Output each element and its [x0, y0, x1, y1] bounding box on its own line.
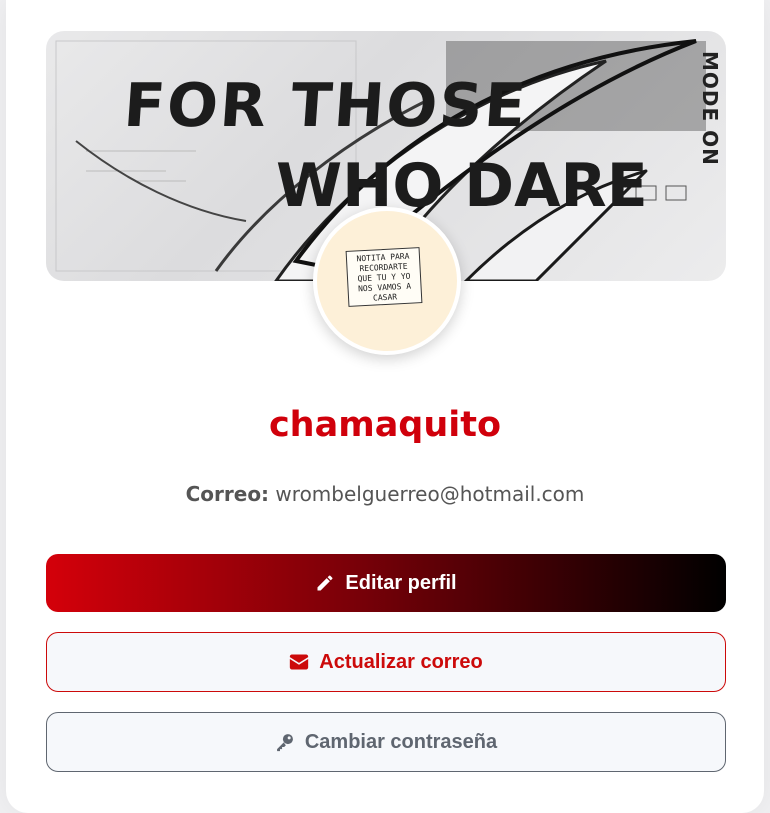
- avatar-note: NOTITA PARA RECORDARTE QUE TU Y YO NOS V…: [345, 247, 423, 307]
- edit-profile-label: Editar perfil: [345, 571, 457, 594]
- profile-username: chamaquito: [268, 405, 502, 445]
- edit-profile-button[interactable]: Editar perfil: [46, 554, 726, 612]
- profile-email: Correo: wrombelguerreo@hotmail.com: [0, 482, 770, 506]
- update-email-label: Actualizar correo: [319, 650, 483, 673]
- email-label: Correo:: [185, 482, 270, 506]
- banner-headline-2: WHO DARE: [276, 151, 648, 221]
- email-value: wrombelguerreo@hotmail.com: [275, 482, 585, 506]
- envelope-icon: [289, 654, 309, 670]
- change-password-button[interactable]: Cambiar contraseña: [46, 712, 726, 772]
- change-password-label: Cambiar contraseña: [304, 730, 498, 753]
- update-email-button[interactable]: Actualizar correo: [46, 632, 726, 692]
- avatar[interactable]: NOTITA PARA RECORDARTE QUE TU Y YO NOS V…: [313, 207, 461, 355]
- pencil-icon: [315, 573, 335, 593]
- banner-side-text: MODE ON: [698, 51, 722, 166]
- key-icon: [275, 732, 295, 752]
- banner-headline-1: FOR THOSE: [121, 71, 530, 141]
